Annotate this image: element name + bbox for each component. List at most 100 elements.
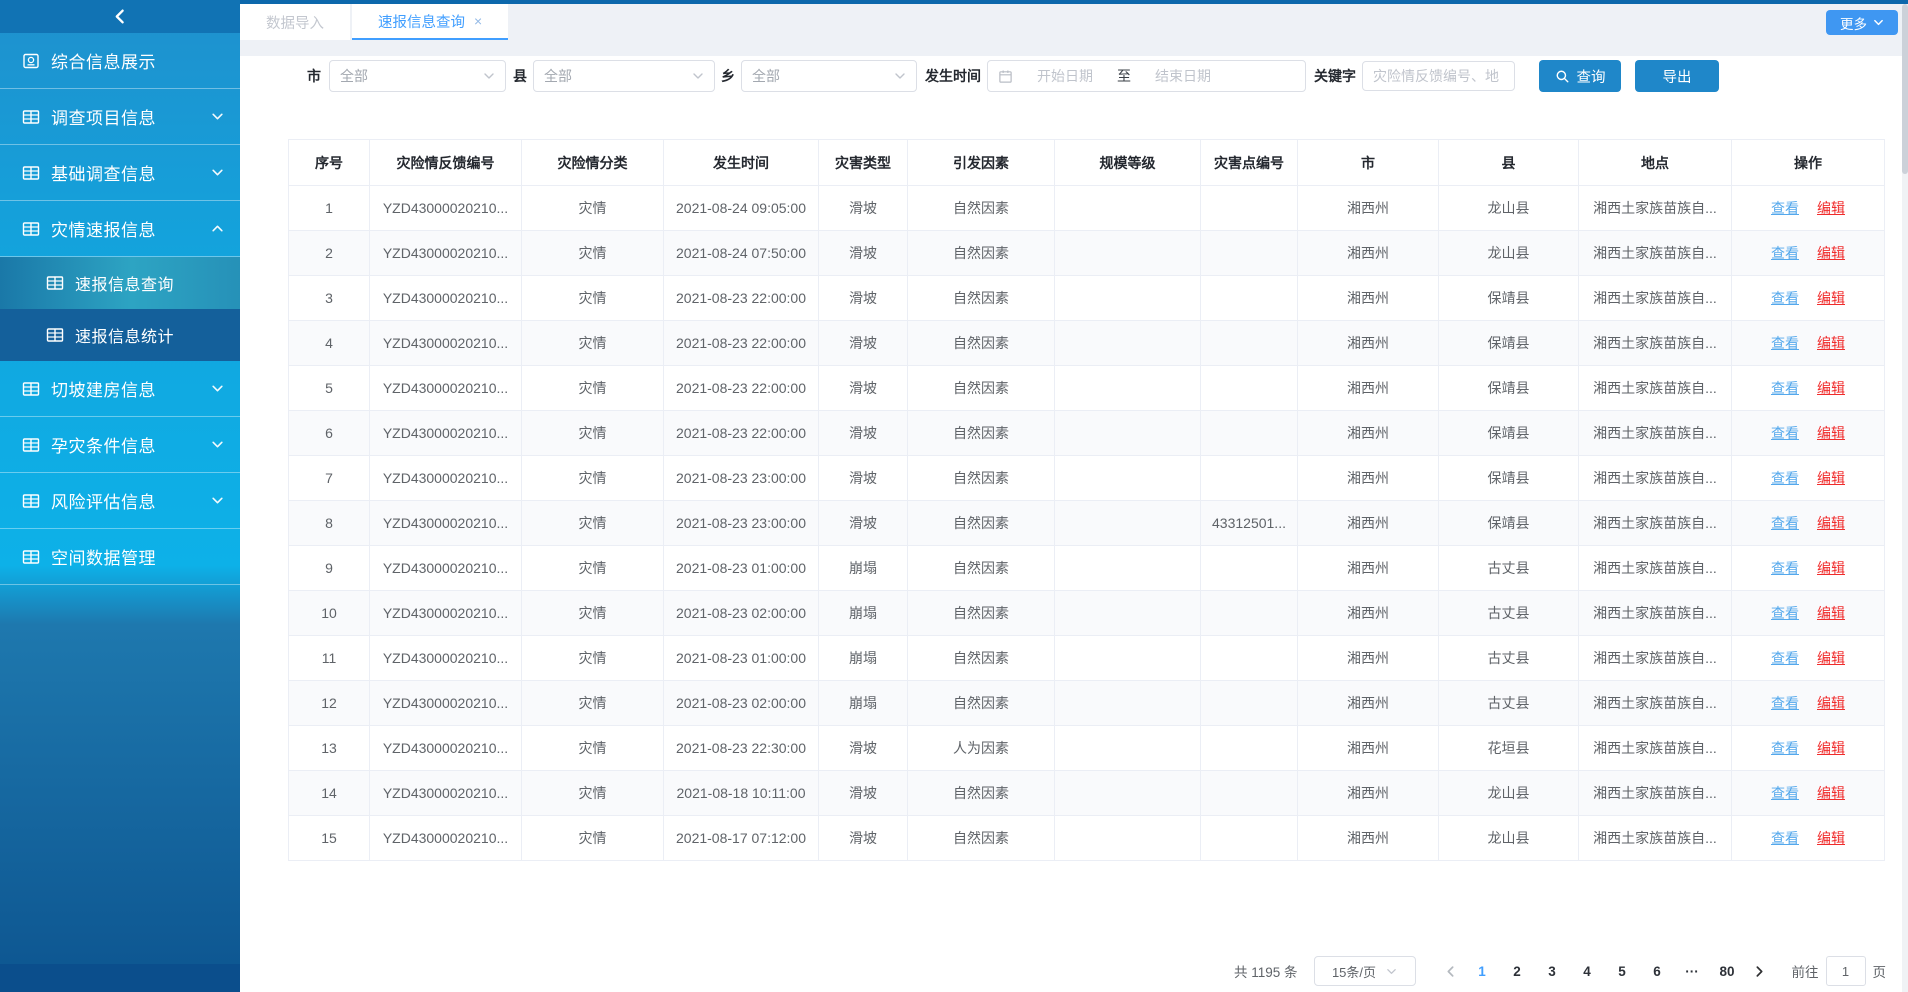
cell-cause: 自然因素: [908, 366, 1055, 411]
time-label: 发生时间: [925, 66, 981, 86]
chevron-down-icon: [1386, 966, 1397, 977]
edit-link[interactable]: 编辑: [1817, 470, 1845, 486]
edit-link[interactable]: 编辑: [1817, 425, 1845, 441]
cell-time: 2021-08-23 01:00:00: [664, 546, 819, 591]
cell-cause: 自然因素: [908, 636, 1055, 681]
keyword-input[interactable]: [1362, 61, 1515, 91]
page-button[interactable]: 3: [1539, 964, 1566, 979]
search-button[interactable]: 查询: [1539, 60, 1621, 92]
view-link[interactable]: 查看: [1771, 785, 1799, 801]
view-link[interactable]: 查看: [1771, 290, 1799, 306]
page-button[interactable]: 1: [1469, 964, 1496, 979]
page-size-select[interactable]: 15条/页: [1314, 956, 1416, 986]
tab-data-import[interactable]: 数据导入: [240, 4, 350, 40]
edit-link[interactable]: 编辑: [1817, 245, 1845, 261]
sidebar-item-basic-survey-info[interactable]: 基础调查信息: [0, 145, 240, 201]
sidebar-item-slope-housing-info[interactable]: 切坡建房信息: [0, 361, 240, 417]
grid-icon: [22, 108, 40, 126]
cell-cause: 人为因素: [908, 726, 1055, 771]
edit-link[interactable]: 编辑: [1817, 785, 1845, 801]
goto-page: 前往 页: [1792, 956, 1887, 986]
chevron-down-icon: [211, 438, 224, 451]
grid-icon: [22, 492, 40, 510]
cell-place: 湘西土家族苗族自...: [1579, 366, 1732, 411]
view-link[interactable]: 查看: [1771, 560, 1799, 576]
chevron-down-icon: [211, 382, 224, 395]
edit-link[interactable]: 编辑: [1817, 560, 1845, 576]
cell-no: 14: [289, 771, 370, 816]
edit-link[interactable]: 编辑: [1817, 605, 1845, 621]
sidebar-footer: [0, 964, 240, 992]
cell-place: 湘西土家族苗族自...: [1579, 591, 1732, 636]
cell-cause: 自然因素: [908, 681, 1055, 726]
filter-bar: 市 全部 县 全部 乡 全部 发生时间: [307, 60, 1908, 92]
tab-gap: [240, 40, 1908, 56]
view-link[interactable]: 查看: [1771, 605, 1799, 621]
table-row: 7YZD43000020210...灾情2021-08-23 23:00:00滑…: [289, 456, 1885, 501]
next-page-button[interactable]: [1753, 965, 1766, 978]
edit-link[interactable]: 编辑: [1817, 335, 1845, 351]
view-link[interactable]: 查看: [1771, 695, 1799, 711]
cell-city: 湘西州: [1298, 456, 1439, 501]
scrollbar-track[interactable]: [1902, 4, 1908, 992]
cell-code: YZD43000020210...: [370, 501, 522, 546]
tab-report-info-query[interactable]: 速报信息查询×: [352, 4, 508, 40]
start-date-input[interactable]: [1017, 67, 1113, 85]
view-link[interactable]: 查看: [1771, 335, 1799, 351]
edit-link[interactable]: 编辑: [1817, 650, 1845, 666]
end-date-input[interactable]: [1135, 67, 1231, 85]
cell-no: 13: [289, 726, 370, 771]
sidebar-collapse-button[interactable]: [0, 0, 240, 33]
sidebar-item-report-info-stats[interactable]: 速报信息统计: [0, 309, 240, 361]
sidebar: 综合信息展示调查项目信息基础调查信息灾情速报信息速报信息查询速报信息统计切坡建房…: [0, 0, 240, 992]
sidebar-item-hazard-condition-info[interactable]: 孕灾条件信息: [0, 417, 240, 473]
view-link[interactable]: 查看: [1771, 425, 1799, 441]
view-link[interactable]: 查看: [1771, 830, 1799, 846]
more-button[interactable]: 更多: [1826, 10, 1898, 35]
sidebar-item-spatial-data-mgmt[interactable]: 空间数据管理: [0, 529, 240, 585]
edit-link[interactable]: 编辑: [1817, 290, 1845, 306]
close-icon[interactable]: ×: [474, 14, 482, 28]
date-range-picker[interactable]: 至: [987, 60, 1306, 92]
cell-scale: [1055, 276, 1201, 321]
sidebar-item-report-info-query[interactable]: 速报信息查询: [0, 257, 240, 309]
export-button[interactable]: 导出: [1635, 60, 1719, 92]
view-link[interactable]: 查看: [1771, 380, 1799, 396]
page-button[interactable]: 5: [1609, 964, 1636, 979]
sidebar-item-disaster-report-info[interactable]: 灾情速报信息: [0, 201, 240, 257]
cell-cls: 灾情: [522, 411, 664, 456]
cell-cls: 灾情: [522, 546, 664, 591]
page-button[interactable]: 4: [1574, 964, 1601, 979]
column-header: 灾害类型: [819, 140, 908, 186]
page-button[interactable]: 2: [1504, 964, 1531, 979]
sidebar-item-comprehensive-info[interactable]: 综合信息展示: [0, 33, 240, 89]
cell-city: 湘西州: [1298, 681, 1439, 726]
edit-link[interactable]: 编辑: [1817, 830, 1845, 846]
city-select[interactable]: 全部: [329, 60, 506, 92]
sidebar-item-survey-project-info[interactable]: 调查项目信息: [0, 89, 240, 145]
county-select[interactable]: 全部: [533, 60, 715, 92]
county-select-value: 全部: [544, 66, 692, 86]
edit-link[interactable]: 编辑: [1817, 200, 1845, 216]
page-button[interactable]: 6: [1644, 964, 1671, 979]
cell-time: 2021-08-24 07:50:00: [664, 231, 819, 276]
edit-link[interactable]: 编辑: [1817, 515, 1845, 531]
view-link[interactable]: 查看: [1771, 470, 1799, 486]
page-button[interactable]: 80: [1714, 964, 1741, 979]
scrollbar-thumb[interactable]: [1902, 4, 1908, 174]
goto-page-input[interactable]: [1826, 956, 1866, 986]
township-select[interactable]: 全部: [741, 60, 917, 92]
search-button-label: 查询: [1577, 66, 1606, 87]
view-link[interactable]: 查看: [1771, 245, 1799, 261]
prev-page-button[interactable]: [1444, 965, 1457, 978]
sidebar-item-risk-assessment-info[interactable]: 风险评估信息: [0, 473, 240, 529]
view-link[interactable]: 查看: [1771, 200, 1799, 216]
edit-link[interactable]: 编辑: [1817, 740, 1845, 756]
view-link[interactable]: 查看: [1771, 650, 1799, 666]
edit-link[interactable]: 编辑: [1817, 695, 1845, 711]
edit-link[interactable]: 编辑: [1817, 380, 1845, 396]
cell-actions: 查看 编辑: [1732, 411, 1885, 456]
view-link[interactable]: 查看: [1771, 515, 1799, 531]
column-header: 灾害点编号: [1201, 140, 1298, 186]
view-link[interactable]: 查看: [1771, 740, 1799, 756]
